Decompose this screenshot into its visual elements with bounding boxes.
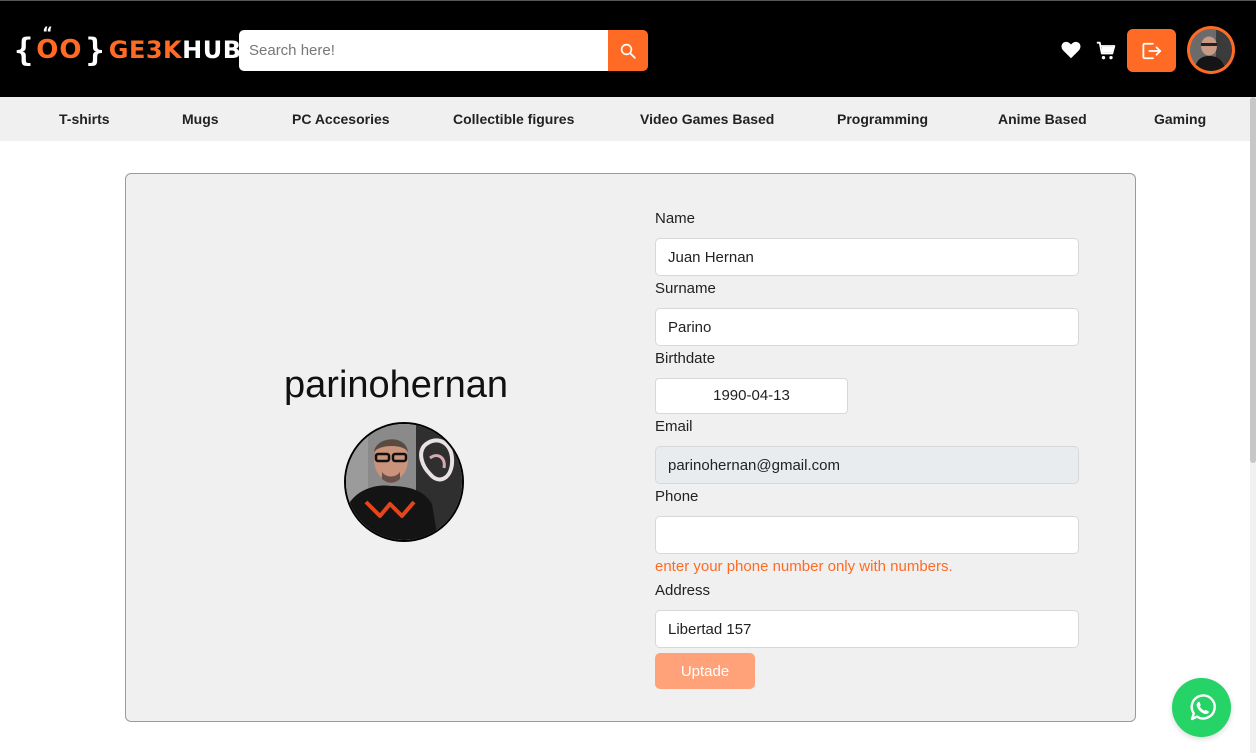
email-label: Email bbox=[655, 418, 693, 435]
site-logo[interactable]: { “ OO } GE3KHUB bbox=[14, 25, 242, 72]
category-nav: T-shirts Mugs PC Accesories Collectible … bbox=[0, 97, 1256, 141]
logo-quote: “ bbox=[42, 23, 54, 42]
phone-field[interactable] bbox=[655, 516, 1079, 554]
avatar bbox=[1190, 29, 1232, 71]
page-scrollbar[interactable] bbox=[1250, 97, 1256, 753]
address-field[interactable] bbox=[655, 610, 1079, 648]
category-link-tshirts[interactable]: T-shirts bbox=[59, 111, 110, 127]
whatsapp-button[interactable] bbox=[1172, 678, 1231, 737]
phone-label: Phone bbox=[655, 488, 699, 505]
logo-brand-suffix: HUB bbox=[182, 36, 242, 64]
birthdate-label: Birthdate bbox=[655, 350, 716, 367]
scrollbar-thumb[interactable] bbox=[1250, 97, 1256, 463]
search-icon bbox=[620, 43, 636, 59]
category-link-gaming[interactable]: Gaming bbox=[1154, 111, 1206, 127]
page: { “ OO } GE3KHUB Search here! T-shirts M… bbox=[0, 0, 1256, 753]
name-label: Name bbox=[655, 210, 696, 227]
name-field[interactable] bbox=[655, 238, 1079, 276]
email-field bbox=[655, 446, 1079, 484]
birthdate-field[interactable]: 1990-04-13 bbox=[655, 378, 848, 414]
logo-left-brace: { bbox=[14, 31, 34, 69]
category-link-collectible-figures[interactable]: Collectible figures bbox=[453, 111, 574, 127]
surname-label: Surname bbox=[655, 280, 716, 297]
logout-icon bbox=[1141, 42, 1161, 59]
profile-username: parinohernan bbox=[284, 364, 508, 406]
address-label: Address bbox=[655, 582, 711, 599]
logo-right-brace: } bbox=[85, 31, 105, 69]
category-link-video-games-based[interactable]: Video Games Based bbox=[640, 111, 774, 127]
update-button[interactable]: Uptade bbox=[655, 653, 755, 689]
heart-icon[interactable] bbox=[1060, 39, 1082, 61]
search-button[interactable] bbox=[608, 30, 648, 71]
phone-validation-hint: enter your phone number only with number… bbox=[655, 558, 953, 575]
category-link-mugs[interactable]: Mugs bbox=[182, 111, 219, 127]
category-link-programming[interactable]: Programming bbox=[837, 111, 928, 127]
surname-field[interactable] bbox=[655, 308, 1079, 346]
profile-photo bbox=[344, 422, 464, 542]
user-avatar-button[interactable] bbox=[1187, 26, 1235, 74]
logo-eyes: “ OO bbox=[33, 25, 85, 64]
category-link-pc-accessories[interactable]: PC Accesories bbox=[292, 111, 390, 127]
logo-brand-prefix: GE3K bbox=[108, 36, 183, 64]
logout-button[interactable] bbox=[1127, 29, 1176, 72]
search-input[interactable] bbox=[239, 30, 608, 71]
search-bar bbox=[239, 30, 648, 71]
profile-card: parinohernan Name Surname B bbox=[125, 173, 1136, 722]
category-link-anime-based[interactable]: Anime Based bbox=[998, 111, 1087, 127]
cart-icon[interactable] bbox=[1096, 41, 1116, 61]
logo-wordmark: GE3KHUB bbox=[109, 38, 242, 62]
whatsapp-icon bbox=[1190, 693, 1216, 720]
profile-photo-image bbox=[346, 424, 462, 540]
top-header: { “ OO } GE3KHUB bbox=[0, 0, 1256, 97]
